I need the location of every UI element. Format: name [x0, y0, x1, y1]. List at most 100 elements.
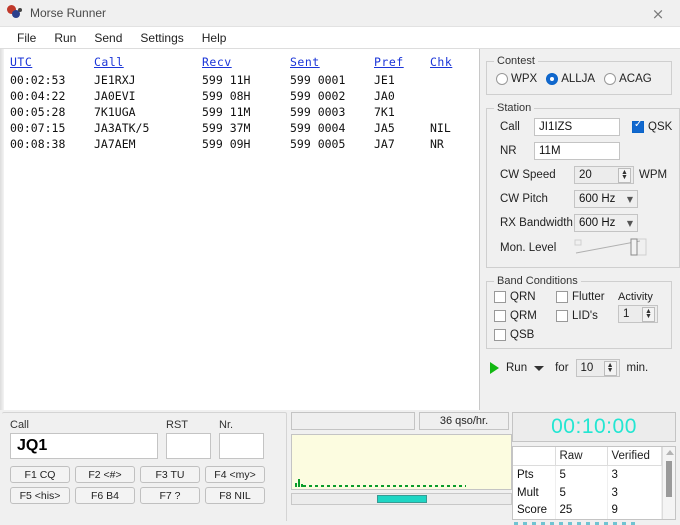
fkey-f3-tu[interactable]: F3 TU [140, 466, 200, 483]
log-col-sent[interactable]: Sent [290, 55, 374, 72]
rit-slider-handle[interactable] [377, 495, 427, 503]
fkey-f8-nil[interactable]: F8 NIL [205, 487, 265, 504]
table-row[interactable]: 00:08:38 JA7AEM 599 09H 599 0005 JA7 NR [10, 136, 476, 152]
table-row[interactable]: 00:02:53 JE1RXJ 599 11H 599 0001 JE1 [10, 72, 476, 88]
radio-icon [496, 73, 508, 85]
spinner-arrows-icon[interactable]: ▲ ▼ [603, 360, 617, 376]
score-row-label: Mult [513, 483, 556, 502]
checkbox-label: QRN [510, 291, 536, 303]
score-row-label: Score [513, 501, 556, 519]
cell-recv: 599 37M [202, 121, 251, 135]
play-icon[interactable] [490, 362, 499, 374]
window-title: Morse Runner [30, 6, 107, 20]
score-panel: 00:10:00 Raw Verified Pts 5 3 Mult 5 3 S… [512, 410, 678, 525]
score-scrollbar[interactable] [662, 447, 675, 519]
table-row[interactable]: 00:04:22 JA0EVI 599 08H 599 0002 JA0 [10, 88, 476, 104]
rst-entry-label: RST [166, 419, 188, 431]
spinner-arrows-icon[interactable]: ▲ ▼ [642, 306, 655, 322]
score-header-row: Raw Verified [513, 447, 662, 466]
scrollbar-thumb[interactable] [666, 461, 672, 497]
entry-panel: Call JQ1 RST Nr. F1 CQ F2 <#> F3 TU F4 <… [2, 412, 287, 525]
chevron-down-icon[interactable] [534, 365, 545, 371]
fkey-f7-que[interactable]: F7 ? [140, 487, 200, 504]
fkey-f5-his[interactable]: F5 <his> [10, 487, 70, 504]
mon-level-slider[interactable] [574, 238, 648, 258]
mon-level-slider-track [574, 238, 647, 256]
cell-call: 7K1UGA [94, 105, 136, 119]
checkbox-qsb[interactable]: QSB [494, 329, 556, 341]
checkbox-qrm[interactable]: QRM [494, 310, 556, 322]
menu-item-file[interactable]: File [8, 29, 45, 47]
spinner-arrows-icon[interactable]: ▲ ▼ [618, 167, 631, 183]
log-col-utc[interactable]: UTC [10, 55, 94, 72]
menu-item-run[interactable]: Run [45, 29, 85, 47]
cell-pref: JE1 [374, 73, 395, 87]
station-group: Station Call JI1IZS QSK NR 11M CW Speed … [486, 102, 680, 268]
cw-pitch-select[interactable]: 600 Hz ▼ [574, 190, 638, 208]
nr-entry-input[interactable] [219, 433, 264, 459]
radio-contest-allja[interactable]: ALLJA [546, 73, 595, 85]
checkbox-lids[interactable]: LID's [556, 310, 618, 322]
qsk-checkbox[interactable] [632, 119, 644, 133]
cell-chk: NIL [430, 121, 451, 135]
call-entry-input[interactable]: JQ1 [10, 433, 158, 459]
fkey-f4-my[interactable]: F4 <my> [205, 466, 265, 483]
table-row: Score 25 9 [513, 501, 662, 519]
score-verified: 9 [607, 501, 662, 519]
score-table-container: Raw Verified Pts 5 3 Mult 5 3 Score 25 9 [512, 446, 676, 520]
cell-chk [430, 88, 476, 104]
log-col-chk[interactable]: Chk [430, 55, 476, 72]
run-button[interactable]: Run [506, 362, 527, 374]
spectrum-bars-icon [295, 479, 303, 487]
fkey-f2-nr[interactable]: F2 <#> [75, 466, 135, 483]
cell-utc: 00:02:53 [10, 73, 66, 87]
menu-bar: File Run Send Settings Help [0, 27, 680, 49]
run-minutes-stepper[interactable]: 10 ▲ ▼ [575, 359, 620, 377]
score-col-blank [513, 447, 556, 466]
checkbox-qrn[interactable]: QRN [494, 291, 556, 303]
score-raw: 5 [555, 483, 608, 502]
status-message [291, 412, 415, 430]
qso-log-table: UTC Call Recv Sent Pref Chk 00:02:53 JE1… [10, 55, 476, 152]
cell-recv: 599 11M [202, 105, 251, 119]
checkbox-label: LID's [572, 310, 598, 322]
run-control-row: Run for 10 ▲ ▼ min. [486, 356, 672, 377]
rst-entry-input[interactable] [166, 433, 211, 459]
radio-contest-wpx[interactable]: WPX [496, 73, 537, 85]
close-icon[interactable]: × [636, 0, 680, 27]
cw-speed-stepper[interactable]: 20 ▲ ▼ [574, 166, 634, 184]
rit-slider[interactable] [291, 493, 512, 505]
cell-pref: JA7 [374, 137, 395, 151]
fkey-f6-b4[interactable]: F6 B4 [75, 487, 135, 504]
activity-stepper[interactable]: 1 ▲ ▼ [618, 305, 658, 323]
cell-call: JA3ATK/5 [94, 121, 150, 135]
station-legend: Station [497, 102, 532, 114]
menu-item-send[interactable]: Send [85, 29, 131, 47]
table-row: Mult 5 3 [513, 483, 662, 502]
qso-log-panel: UTC Call Recv Sent Pref Chk 00:02:53 JE1… [0, 49, 480, 410]
radio-contest-acag[interactable]: ACAG [604, 73, 652, 85]
cell-sent: 599 0003 [290, 105, 346, 119]
log-col-recv[interactable]: Recv [202, 55, 290, 72]
checkbox-label: Flutter [572, 291, 605, 303]
checkbox-flutter[interactable]: Flutter [556, 291, 618, 303]
rx-bandwidth-select[interactable]: 600 Hz ▼ [574, 214, 638, 232]
score-table: Raw Verified Pts 5 3 Mult 5 3 Score 25 9 [513, 447, 662, 519]
table-row[interactable]: 00:05:28 7K1UGA 599 11M 599 0003 7K1 [10, 104, 476, 120]
call-input[interactable]: JI1IZS [534, 118, 620, 136]
log-col-call[interactable]: Call [94, 55, 202, 72]
menu-item-help[interactable]: Help [193, 29, 236, 47]
contest-group: Contest WPX ALLJA ACAG [486, 55, 672, 95]
checkbox-icon [556, 291, 568, 303]
call-entry-field: Call JQ1 [10, 419, 158, 459]
nr-entry-field: Nr. [219, 419, 264, 459]
scroll-up-icon[interactable] [666, 450, 674, 455]
nr-input[interactable]: 11M [534, 142, 620, 160]
score-col-raw: Raw [555, 447, 608, 466]
spectrum-display[interactable] [291, 434, 512, 490]
table-row[interactable]: 00:07:15 JA3ATK/5 599 37M 599 0004 JA5 N… [10, 120, 476, 136]
fkey-f1-cq[interactable]: F1 CQ [10, 466, 70, 483]
menu-item-settings[interactable]: Settings [131, 29, 192, 47]
log-col-pref[interactable]: Pref [374, 55, 430, 72]
run-minutes-value: 10 [580, 362, 594, 374]
